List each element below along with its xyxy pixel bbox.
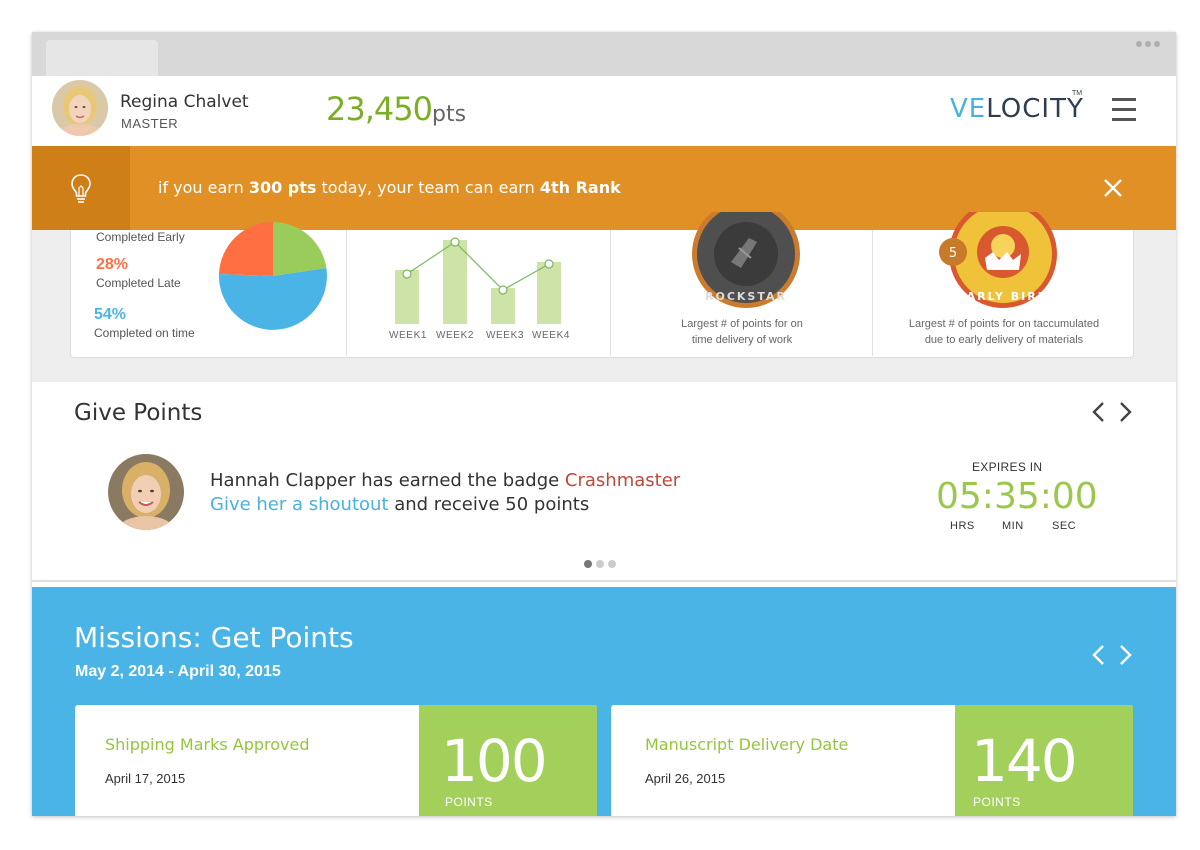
timer-unit-hrs: HRS — [950, 520, 975, 532]
notice-message: if you earn 300 pts today, your team can… — [158, 178, 621, 197]
stats-area: Completed Early 28% Completed Late 54% C… — [32, 212, 1176, 382]
trademark-mark: TM — [1072, 90, 1083, 97]
rockstar-badge-icon[interactable]: ROCKSTAR — [691, 212, 801, 310]
user-name: Regina Chalvet — [120, 92, 249, 112]
completed-on-time-label: Completed on time — [94, 326, 195, 340]
notice-icon-box — [32, 146, 130, 230]
missions-date-range: May 2, 2014 - April 30, 2015 — [75, 663, 281, 680]
mission-card[interactable]: Manuscript Delivery Date April 26, 2015 … — [611, 705, 1133, 816]
lightbulb-icon — [71, 174, 91, 203]
pie-slice-early — [273, 222, 327, 276]
give-points-title: Give Points — [74, 400, 203, 426]
mission-points-value: 100 — [441, 727, 548, 795]
completed-on-time-pct: 54% — [94, 306, 127, 323]
mission-points-label: POINTS — [445, 795, 493, 809]
svg-text:ROCKSTAR: ROCKSTAR — [705, 290, 787, 303]
mission-points-value: 140 — [971, 727, 1078, 795]
mission-name: Manuscript Delivery Date — [645, 735, 849, 754]
mission-points-label: POINTS — [973, 795, 1021, 809]
mission-date: April 17, 2015 — [105, 771, 186, 786]
mission-points-box: 100 POINTS — [419, 705, 597, 816]
browser-tab[interactable] — [46, 40, 158, 76]
mission-card[interactable]: Shipping Marks Approved April 17, 2015 1… — [75, 705, 597, 816]
chevron-left-icon[interactable] — [1090, 400, 1108, 424]
shoutout-action: Give her a shoutout and receive 50 point… — [210, 494, 590, 515]
timer-unit-min: MIN — [1002, 520, 1024, 532]
missions-section: Missions: Get Points May 2, 2014 - April… — [32, 587, 1176, 816]
countdown-timer: 05:35:00 — [936, 476, 1098, 517]
completion-panel: Completed Early 28% Completed Late 54% C… — [71, 222, 347, 356]
weekly-trend-line — [406, 241, 550, 291]
completed-late-pct: 28% — [96, 256, 129, 273]
early-bird-badge-panel: EARLY BIRD 5 Largest # of points for on … — [873, 212, 1135, 356]
give-shoutout-link[interactable]: Give her a shoutout — [210, 494, 389, 515]
week4-bar — [537, 262, 561, 324]
carousel-dot-3[interactable] — [608, 560, 616, 568]
rockstar-caption: Largest # of points for on time delivery … — [681, 318, 803, 346]
chevron-right-icon[interactable] — [1116, 400, 1134, 424]
user-avatar[interactable] — [52, 80, 108, 136]
badge-name-link[interactable]: Crashmaster — [565, 470, 680, 491]
carousel-dot-2[interactable] — [596, 560, 604, 568]
give-points-nav — [1090, 400, 1134, 424]
week1-point — [402, 269, 412, 279]
carousel-dot-1[interactable] — [584, 560, 592, 568]
carousel-dots — [584, 560, 616, 568]
app-header: Regina Chalvet MASTER 23,450 pts VELOCIT… — [32, 76, 1176, 146]
give-points-section: Give Points Hannah Clapper has earned th… — [32, 382, 1176, 582]
chevron-right-icon[interactable] — [1116, 643, 1134, 667]
week3-label: WEEK3 — [486, 330, 525, 341]
points-total: 23,450 — [326, 90, 433, 128]
completed-early-label: Completed Early — [96, 230, 185, 244]
week2-bar — [443, 240, 467, 324]
week4-point — [544, 259, 554, 269]
early-bird-caption: Largest # of points for on taccumulated d… — [908, 318, 1100, 346]
velocity-logo[interactable]: VELOCITY — [950, 94, 1084, 124]
week2-point — [450, 237, 460, 247]
window-dots — [1136, 41, 1160, 47]
missions-nav — [1090, 643, 1134, 667]
hamburger-menu-icon[interactable] — [1112, 98, 1136, 122]
pie-slice-late — [219, 222, 273, 276]
early-bird-badge-icon[interactable]: EARLY BIRD 5 — [937, 212, 1067, 310]
browser-chrome — [32, 32, 1176, 76]
stats-card: Completed Early 28% Completed Late 54% C… — [70, 212, 1135, 358]
svg-text:5: 5 — [949, 246, 957, 261]
mission-date: April 26, 2015 — [645, 771, 726, 786]
svg-text:EARLY BIRD: EARLY BIRD — [957, 290, 1049, 303]
expires-label: EXPIRES IN — [972, 460, 1043, 474]
mission-name: Shipping Marks Approved — [105, 735, 310, 754]
completion-pie-chart — [219, 222, 327, 330]
chevron-left-icon[interactable] — [1090, 643, 1108, 667]
week3-point — [498, 285, 508, 295]
week2-label: WEEK2 — [436, 330, 475, 341]
weekly-bar-chart — [395, 237, 561, 324]
weekly-panel: WEEK1 WEEK2 WEEK3 WEEK4 — [347, 230, 611, 356]
shoutout-message: Hannah Clapper has earned the badge Cras… — [210, 470, 681, 491]
close-icon[interactable] — [1102, 177, 1124, 199]
week4-label: WEEK4 — [532, 330, 571, 341]
missions-title: Missions: Get Points — [74, 621, 354, 654]
points-unit: pts — [432, 102, 467, 127]
week1-label: WEEK1 — [389, 330, 428, 341]
earner-avatar[interactable] — [108, 454, 184, 530]
mission-points-box: 140 POINTS — [955, 705, 1133, 816]
completed-late-label: Completed Late — [96, 276, 181, 290]
browser-window: Regina Chalvet MASTER 23,450 pts VELOCIT… — [32, 32, 1176, 816]
user-rank: MASTER — [121, 116, 179, 131]
rockstar-badge-panel: ROCKSTAR Largest # of points for on time … — [611, 212, 873, 356]
pie-slice-on-time — [219, 268, 327, 330]
timer-unit-sec: SEC — [1052, 520, 1077, 532]
